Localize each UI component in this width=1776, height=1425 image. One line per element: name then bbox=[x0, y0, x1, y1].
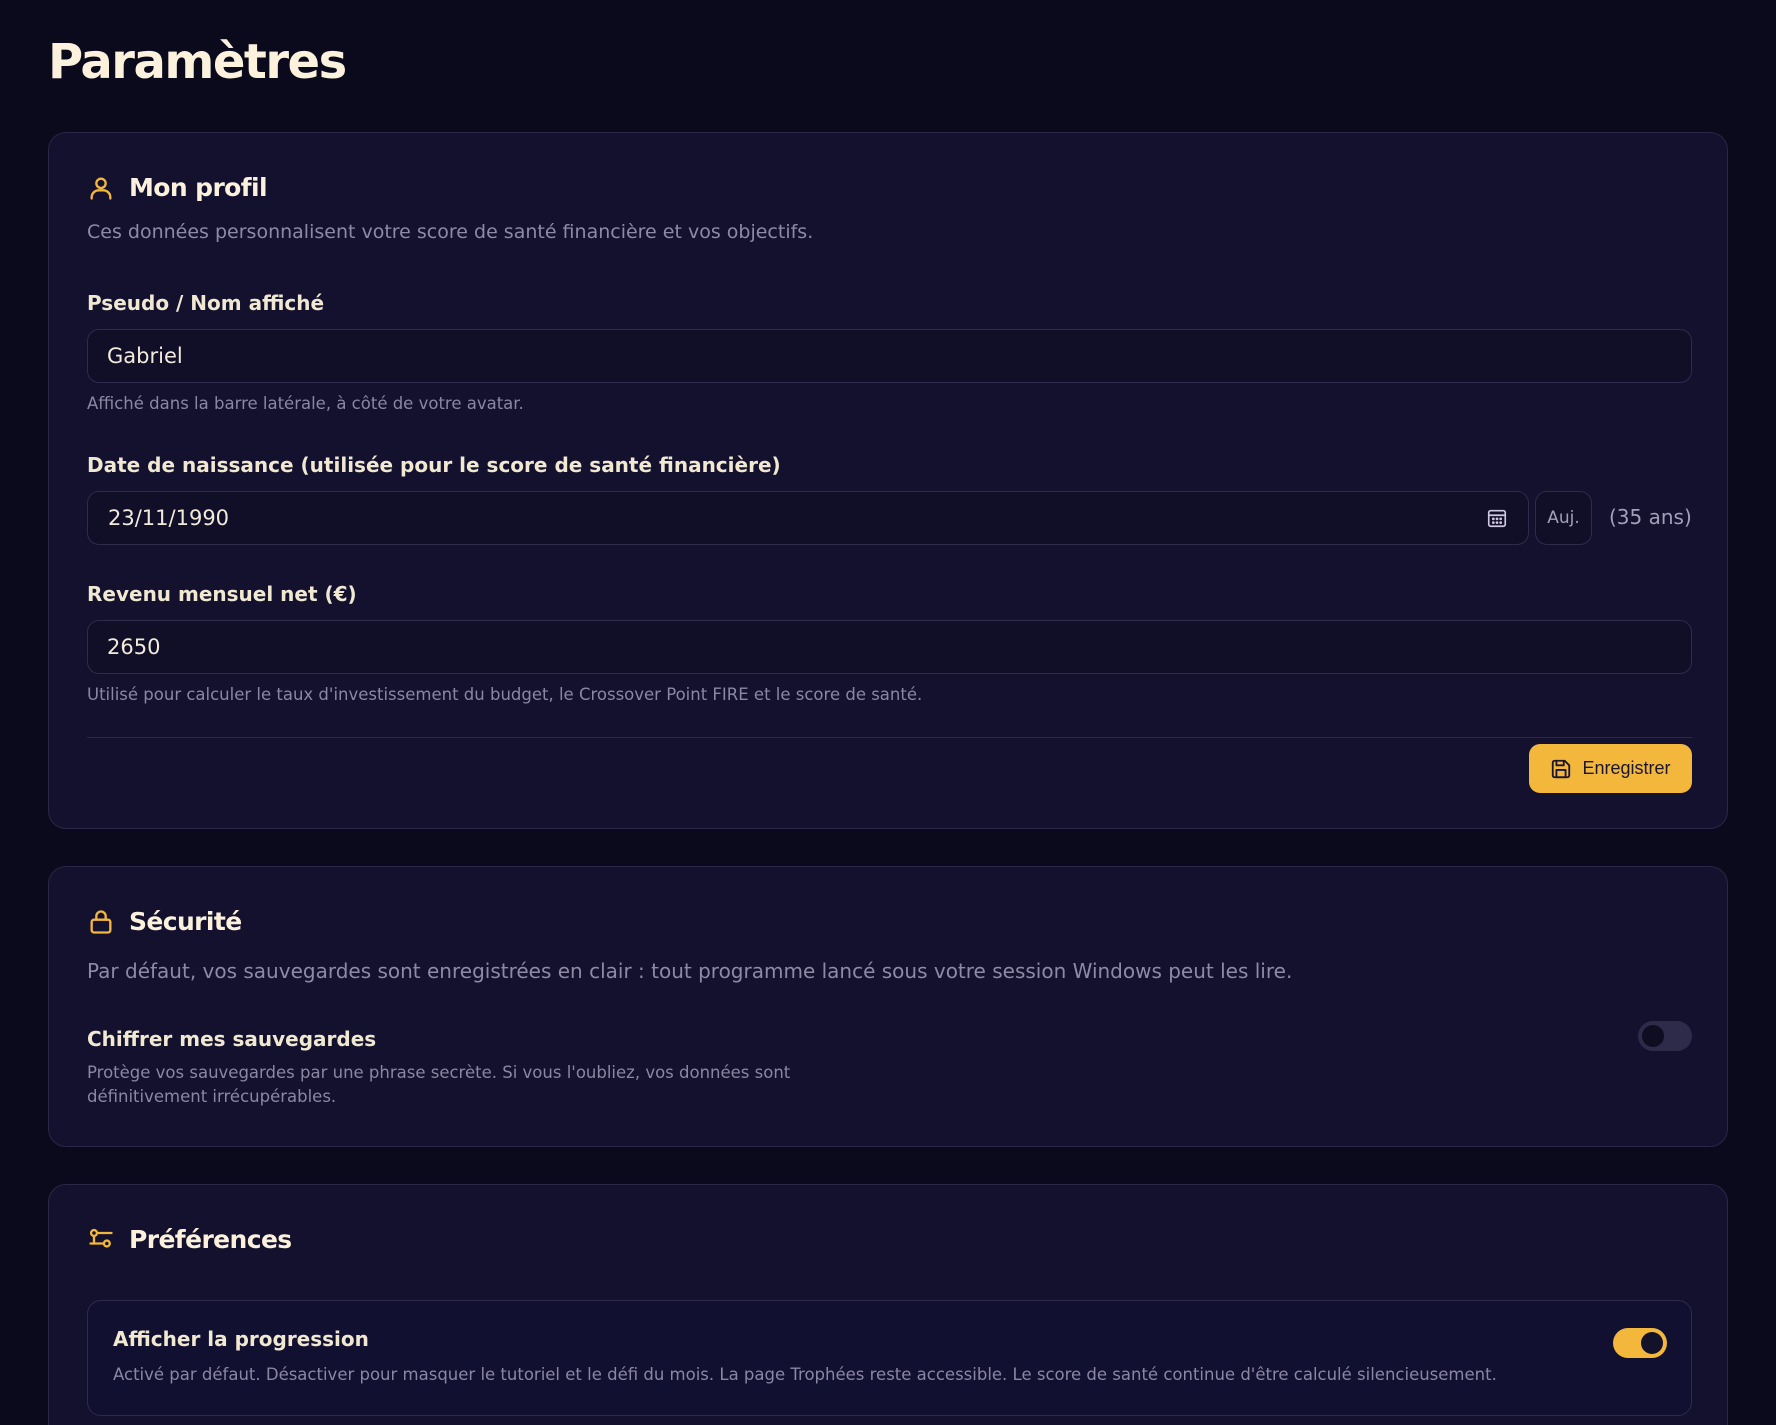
preferences-card: Préférences Afficher la progression Acti… bbox=[48, 1184, 1728, 1425]
user-icon bbox=[87, 174, 115, 202]
calendar-icon[interactable] bbox=[1486, 507, 1508, 529]
save-button-label: Enregistrer bbox=[1582, 758, 1671, 778]
security-card: Sécurité Par défaut, vos sauvegardes son… bbox=[48, 866, 1728, 1147]
income-field-hint: Utilisé pour calculer le taux d'investis… bbox=[87, 685, 923, 704]
preferences-card-title: Préférences bbox=[129, 1225, 292, 1254]
today-button[interactable]: Auj. bbox=[1535, 491, 1592, 545]
progression-setting: Afficher la progression Activé par défau… bbox=[87, 1300, 1692, 1416]
profile-card-header: Mon profil bbox=[87, 173, 268, 202]
save-icon bbox=[1550, 758, 1572, 780]
name-field-label: Pseudo / Nom affiché bbox=[87, 291, 325, 315]
profile-card-description: Ces données personnalisent votre score d… bbox=[87, 221, 814, 243]
preferences-card-header: Préférences bbox=[87, 1225, 292, 1254]
name-input[interactable]: Gabriel bbox=[87, 329, 1692, 383]
progression-setting-title: Afficher la progression bbox=[113, 1327, 369, 1351]
income-field-label: Revenu mensuel net (€) bbox=[87, 582, 357, 606]
progression-setting-description: Activé par défaut. Désactiver pour masqu… bbox=[113, 1365, 1497, 1384]
security-card-description: Par défaut, vos sauvegardes sont enregis… bbox=[87, 959, 1293, 983]
profile-divider bbox=[87, 737, 1692, 738]
profile-card-title: Mon profil bbox=[129, 173, 268, 202]
birthdate-input-value: 23/11/1990 bbox=[108, 506, 230, 530]
birthdate-input[interactable]: 23/11/1990 bbox=[87, 491, 1529, 545]
encrypt-toggle-knob bbox=[1642, 1025, 1664, 1047]
progression-toggle[interactable] bbox=[1613, 1328, 1667, 1358]
income-input-value: 2650 bbox=[107, 635, 161, 659]
save-button[interactable]: Enregistrer bbox=[1529, 744, 1692, 793]
name-input-value: Gabriel bbox=[107, 344, 183, 368]
page-title: Paramètres bbox=[48, 34, 347, 90]
security-card-title: Sécurité bbox=[129, 907, 242, 936]
income-input[interactable]: 2650 bbox=[87, 620, 1692, 674]
birthdate-field-label: Date de naissance (utilisée pour le scor… bbox=[87, 453, 781, 477]
lock-icon bbox=[87, 908, 115, 936]
progression-toggle-knob bbox=[1641, 1332, 1663, 1354]
name-field-hint: Affiché dans la barre latérale, à côté d… bbox=[87, 394, 524, 413]
security-card-header: Sécurité bbox=[87, 907, 242, 936]
encrypt-setting-description: Protège vos sauvegardes par une phrase s… bbox=[87, 1063, 791, 1106]
profile-card: Mon profil Ces données personnalisent vo… bbox=[48, 132, 1728, 829]
encrypt-toggle[interactable] bbox=[1638, 1021, 1692, 1051]
age-text: (35 ans) bbox=[1609, 505, 1692, 529]
encrypt-setting-title: Chiffrer mes sauvegardes bbox=[87, 1027, 377, 1051]
sliders-icon bbox=[87, 1226, 115, 1254]
